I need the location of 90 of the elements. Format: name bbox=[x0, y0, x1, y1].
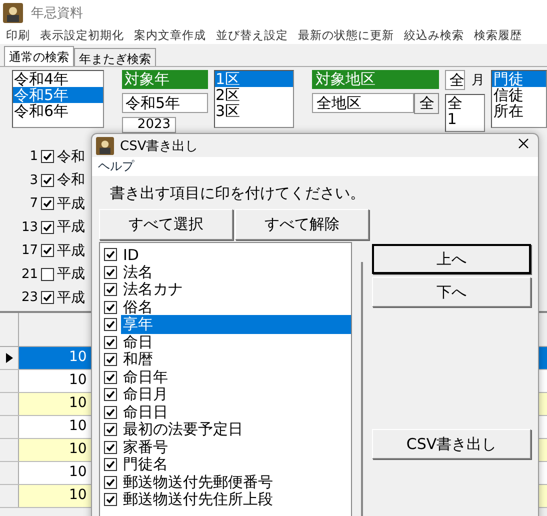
district-list[interactable]: 1区 2区 3区 bbox=[214, 70, 294, 128]
checkbox[interactable] bbox=[104, 318, 117, 332]
checkbox[interactable] bbox=[104, 440, 117, 454]
menu-item[interactable]: 最新の状態に更新 bbox=[298, 28, 394, 42]
row-number: 3 bbox=[28, 172, 38, 188]
checkbox[interactable] bbox=[104, 493, 117, 506]
menu-item[interactable]: 印刷 bbox=[6, 28, 30, 42]
list-item[interactable]: 最初の法要予定日 bbox=[121, 420, 351, 440]
menu-item[interactable]: 案内文章作成 bbox=[134, 28, 206, 42]
list-item[interactable]: 所在 bbox=[492, 103, 546, 119]
year-field[interactable]: 令和5年 bbox=[122, 93, 208, 113]
result-label: 平成 bbox=[57, 218, 85, 236]
list-item[interactable]: 1 bbox=[446, 111, 484, 127]
checkbox[interactable] bbox=[41, 197, 54, 210]
list-item[interactable]: 和暦 bbox=[121, 350, 351, 370]
row-number: 17 bbox=[20, 243, 38, 258]
menu-item[interactable]: 並び替え設定 bbox=[216, 28, 288, 42]
checkbox[interactable] bbox=[104, 353, 117, 366]
list-item[interactable]: 郵送物送付先住所上段 bbox=[121, 490, 351, 510]
checkbox[interactable] bbox=[41, 244, 54, 258]
checkbox[interactable] bbox=[104, 388, 117, 402]
month-field[interactable]: 全 bbox=[445, 70, 466, 90]
checkbox[interactable] bbox=[104, 266, 117, 279]
checkbox[interactable] bbox=[41, 150, 54, 164]
member-list[interactable]: 門徒 信徒 所在 bbox=[491, 70, 547, 128]
list-item[interactable]: 門徒 bbox=[492, 71, 546, 87]
district-field[interactable]: 全地区 bbox=[312, 93, 414, 113]
move-button[interactable]: 下へ bbox=[372, 277, 531, 307]
checkbox[interactable] bbox=[104, 248, 117, 262]
checkbox[interactable] bbox=[104, 423, 117, 436]
result-label: 平成 bbox=[57, 288, 85, 307]
tab[interactable]: 通常の検索 bbox=[4, 46, 74, 66]
result-label: 平成 bbox=[57, 242, 85, 260]
clear-all-button[interactable]: すべて解除 bbox=[235, 209, 369, 240]
checkbox[interactable] bbox=[104, 283, 117, 296]
csv-export-button[interactable]: CSV書き出し bbox=[372, 429, 531, 459]
list-item[interactable]: 令和6年 bbox=[13, 103, 103, 119]
menu-item[interactable]: 表示設定初期化 bbox=[40, 28, 124, 42]
list-item[interactable]: 家番号 bbox=[121, 438, 351, 457]
list-item[interactable]: 令和5年 bbox=[13, 87, 103, 103]
move-button[interactable]: 上へ bbox=[372, 244, 531, 274]
row-number: 13 bbox=[20, 220, 38, 235]
checkbox[interactable] bbox=[104, 406, 117, 419]
field-label: 対象年 bbox=[122, 70, 208, 89]
checkbox[interactable] bbox=[104, 300, 117, 314]
field-list[interactable]: ID 法名 法名カナ 俗名 享年 命日 和暦 命日年 命日月 命日日 最初の法要予定日 家番号 門徒名 郵送物送付先郵便番号 郵送物送付先住所上段 bbox=[99, 242, 352, 516]
list-item[interactable]: 法名 bbox=[121, 262, 351, 282]
list-item[interactable]: 2区 bbox=[214, 87, 294, 103]
result-label: 令和 bbox=[57, 171, 85, 190]
row-number: 23 bbox=[20, 290, 38, 306]
checkbox[interactable] bbox=[41, 220, 54, 234]
field-label: 対象地区 bbox=[312, 70, 440, 89]
menu-item[interactable]: 検索履歴 bbox=[474, 28, 522, 42]
list-item[interactable]: 俗名 bbox=[121, 298, 351, 317]
list-item[interactable]: 法名カナ bbox=[121, 280, 351, 300]
row-number: 7 bbox=[28, 196, 38, 212]
list-item[interactable]: 信徒 bbox=[492, 87, 546, 103]
menu-item[interactable]: 絞込み検索 bbox=[404, 28, 464, 42]
row-number: 21 bbox=[20, 266, 38, 282]
result-label: 平成 bbox=[57, 194, 85, 213]
list-item[interactable]: 3区 bbox=[214, 103, 294, 119]
list-item[interactable]: 命日年 bbox=[121, 368, 351, 387]
row-number: 1 bbox=[28, 149, 38, 164]
app-icon bbox=[3, 3, 23, 23]
year-number-field[interactable]: 2023 bbox=[122, 117, 176, 133]
tab[interactable]: 年またぎ検索 bbox=[74, 48, 156, 66]
month-label: 月 bbox=[471, 72, 484, 89]
result-label: 平成 bbox=[57, 265, 85, 284]
instruction-text: 書き出す項目に印を付けてください。 bbox=[109, 183, 366, 204]
checkbox[interactable] bbox=[104, 370, 117, 384]
list-item[interactable]: 享年 bbox=[121, 315, 351, 334]
result-label: 令和 bbox=[57, 148, 85, 166]
checkbox[interactable] bbox=[41, 291, 54, 304]
checkbox[interactable] bbox=[104, 476, 117, 489]
window-title: 年忌資料 bbox=[31, 5, 83, 22]
all-button[interactable]: 全 bbox=[414, 93, 440, 114]
list-item[interactable]: ID bbox=[121, 246, 351, 264]
list-item[interactable]: 令和4年 bbox=[13, 71, 103, 87]
year-list[interactable]: 令和4年 令和5年 令和6年 bbox=[12, 70, 104, 128]
month-list[interactable]: 全 1 bbox=[445, 94, 486, 132]
checkbox[interactable] bbox=[104, 336, 117, 349]
menu-item[interactable]: ヘルプ bbox=[98, 158, 134, 175]
list-item[interactable]: 1区 bbox=[214, 71, 294, 87]
checkbox[interactable] bbox=[104, 458, 117, 472]
select-all-button[interactable]: すべて選択 bbox=[99, 209, 233, 240]
app-icon bbox=[96, 136, 114, 154]
checkbox[interactable] bbox=[41, 174, 54, 187]
list-item[interactable]: 全 bbox=[446, 95, 484, 111]
checkbox[interactable] bbox=[41, 268, 54, 281]
dialog-title: CSV書き出し bbox=[120, 138, 200, 154]
